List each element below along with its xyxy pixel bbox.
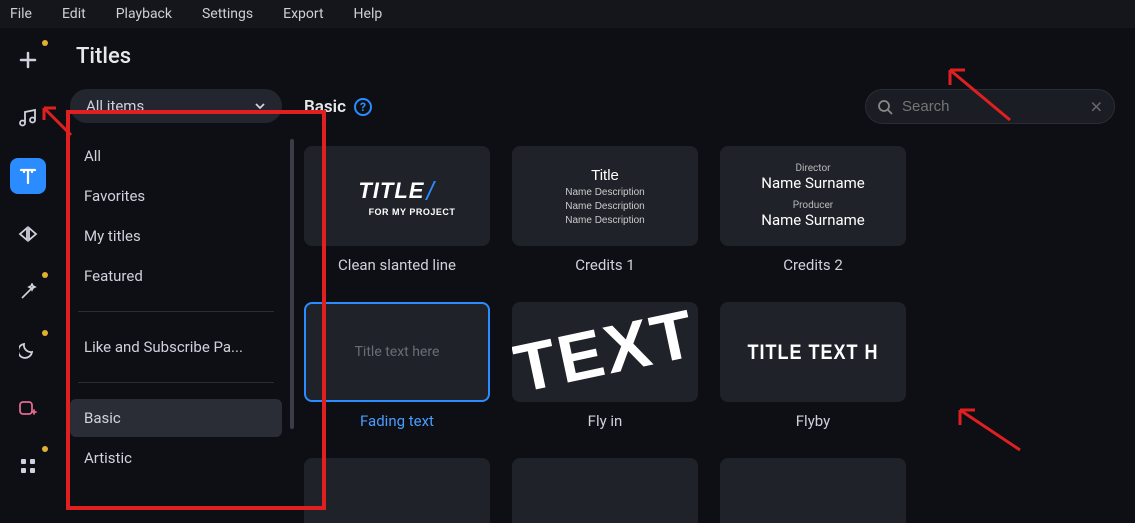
card-blank[interactable] [720,458,906,523]
content-title: Basic [304,97,346,117]
sidebar-item-all[interactable]: All [70,137,282,175]
menu-file[interactable]: File [10,6,32,22]
badge-dot-icon [42,330,48,336]
search-icon [877,99,893,115]
card-credits-1[interactable]: Title Name Description Name Description … [512,146,698,274]
divider [78,311,274,312]
wand-icon [19,283,37,301]
thumbnail: Director Name Surname Producer Name Surn… [720,146,906,246]
search-field: ✕ [865,89,1115,124]
badge-dot-icon [42,272,48,278]
badge-dot-icon [42,40,48,46]
grid-icon [19,457,37,475]
sidebar-item-artistic[interactable]: Artistic [70,439,282,477]
category-dropdown[interactable]: All items [70,89,282,123]
tool-transitions[interactable] [10,216,46,252]
card-blank[interactable] [304,458,490,523]
thumbnail: Title Name Description Name Description … [512,146,698,246]
dropdown-label: All items [86,97,144,115]
card-fading-text[interactable]: Title text here Fading text [304,302,490,430]
menu-edit[interactable]: Edit [62,6,86,22]
thumbnail: TITLE TEXT H [720,302,906,402]
title-grid: TITLE / FOR MY PROJECT Clean slanted lin… [304,146,1115,523]
thumbnail [512,458,698,523]
thumbnail [304,458,490,523]
scrollbar[interactable] [290,139,294,439]
export-plus-icon [18,398,38,418]
thumbnail: TITLE / FOR MY PROJECT [304,146,490,246]
menu-settings[interactable]: Settings [202,6,253,22]
card-flyby[interactable]: TITLE TEXT H Flyby [720,302,906,430]
thumbnail: Title text here [304,302,490,402]
thumbnail [720,458,906,523]
thumbnail: TEXT [512,302,698,402]
card-label: Credits 2 [720,256,906,274]
panel-title: Titles [56,28,1135,79]
plus-icon [19,51,37,69]
menu-playback[interactable]: Playback [116,6,172,22]
tool-export[interactable] [10,390,46,426]
tool-audio[interactable] [10,100,46,136]
tool-add[interactable] [10,42,46,78]
sidebar-item-basic[interactable]: Basic [70,399,282,437]
tool-apps[interactable] [10,448,46,484]
moon-icon [19,341,37,359]
card-blank[interactable] [512,458,698,523]
sidebar: All items All Favorites My titles Featur… [56,79,296,523]
search-input[interactable] [865,89,1115,124]
badge-dot-icon [42,446,48,452]
menu-export[interactable]: Export [283,6,323,22]
sidebar-item-likesubscribe[interactable]: Like and Subscribe Pa... [70,328,282,366]
transitions-icon [18,224,38,244]
card-fly-in[interactable]: TEXT Fly in [512,302,698,430]
menubar: File Edit Playback Settings Export Help [0,0,1135,28]
tool-color[interactable] [10,332,46,368]
card-label: Flyby [720,412,906,430]
sidebar-item-mytitles[interactable]: My titles [70,217,282,255]
close-icon[interactable]: ✕ [1090,97,1103,116]
card-label: Fly in [512,412,698,430]
divider [78,382,274,383]
tool-effects[interactable] [10,274,46,310]
chevron-down-icon [254,100,266,112]
tool-titles[interactable] [10,158,46,194]
card-label: Fading text [304,412,490,430]
toolstrip [0,28,56,523]
sidebar-item-featured[interactable]: Featured [70,257,282,295]
card-credits-2[interactable]: Director Name Surname Producer Name Surn… [720,146,906,274]
sidebar-item-favorites[interactable]: Favorites [70,177,282,215]
card-label: Clean slanted line [304,256,490,274]
menu-help[interactable]: Help [354,6,383,22]
music-icon [18,108,38,128]
card-label: Credits 1 [512,256,698,274]
text-icon [18,166,38,186]
help-icon[interactable]: ? [354,98,372,116]
card-clean-slanted-line[interactable]: TITLE / FOR MY PROJECT Clean slanted lin… [304,146,490,274]
slash-icon: / [426,176,433,207]
